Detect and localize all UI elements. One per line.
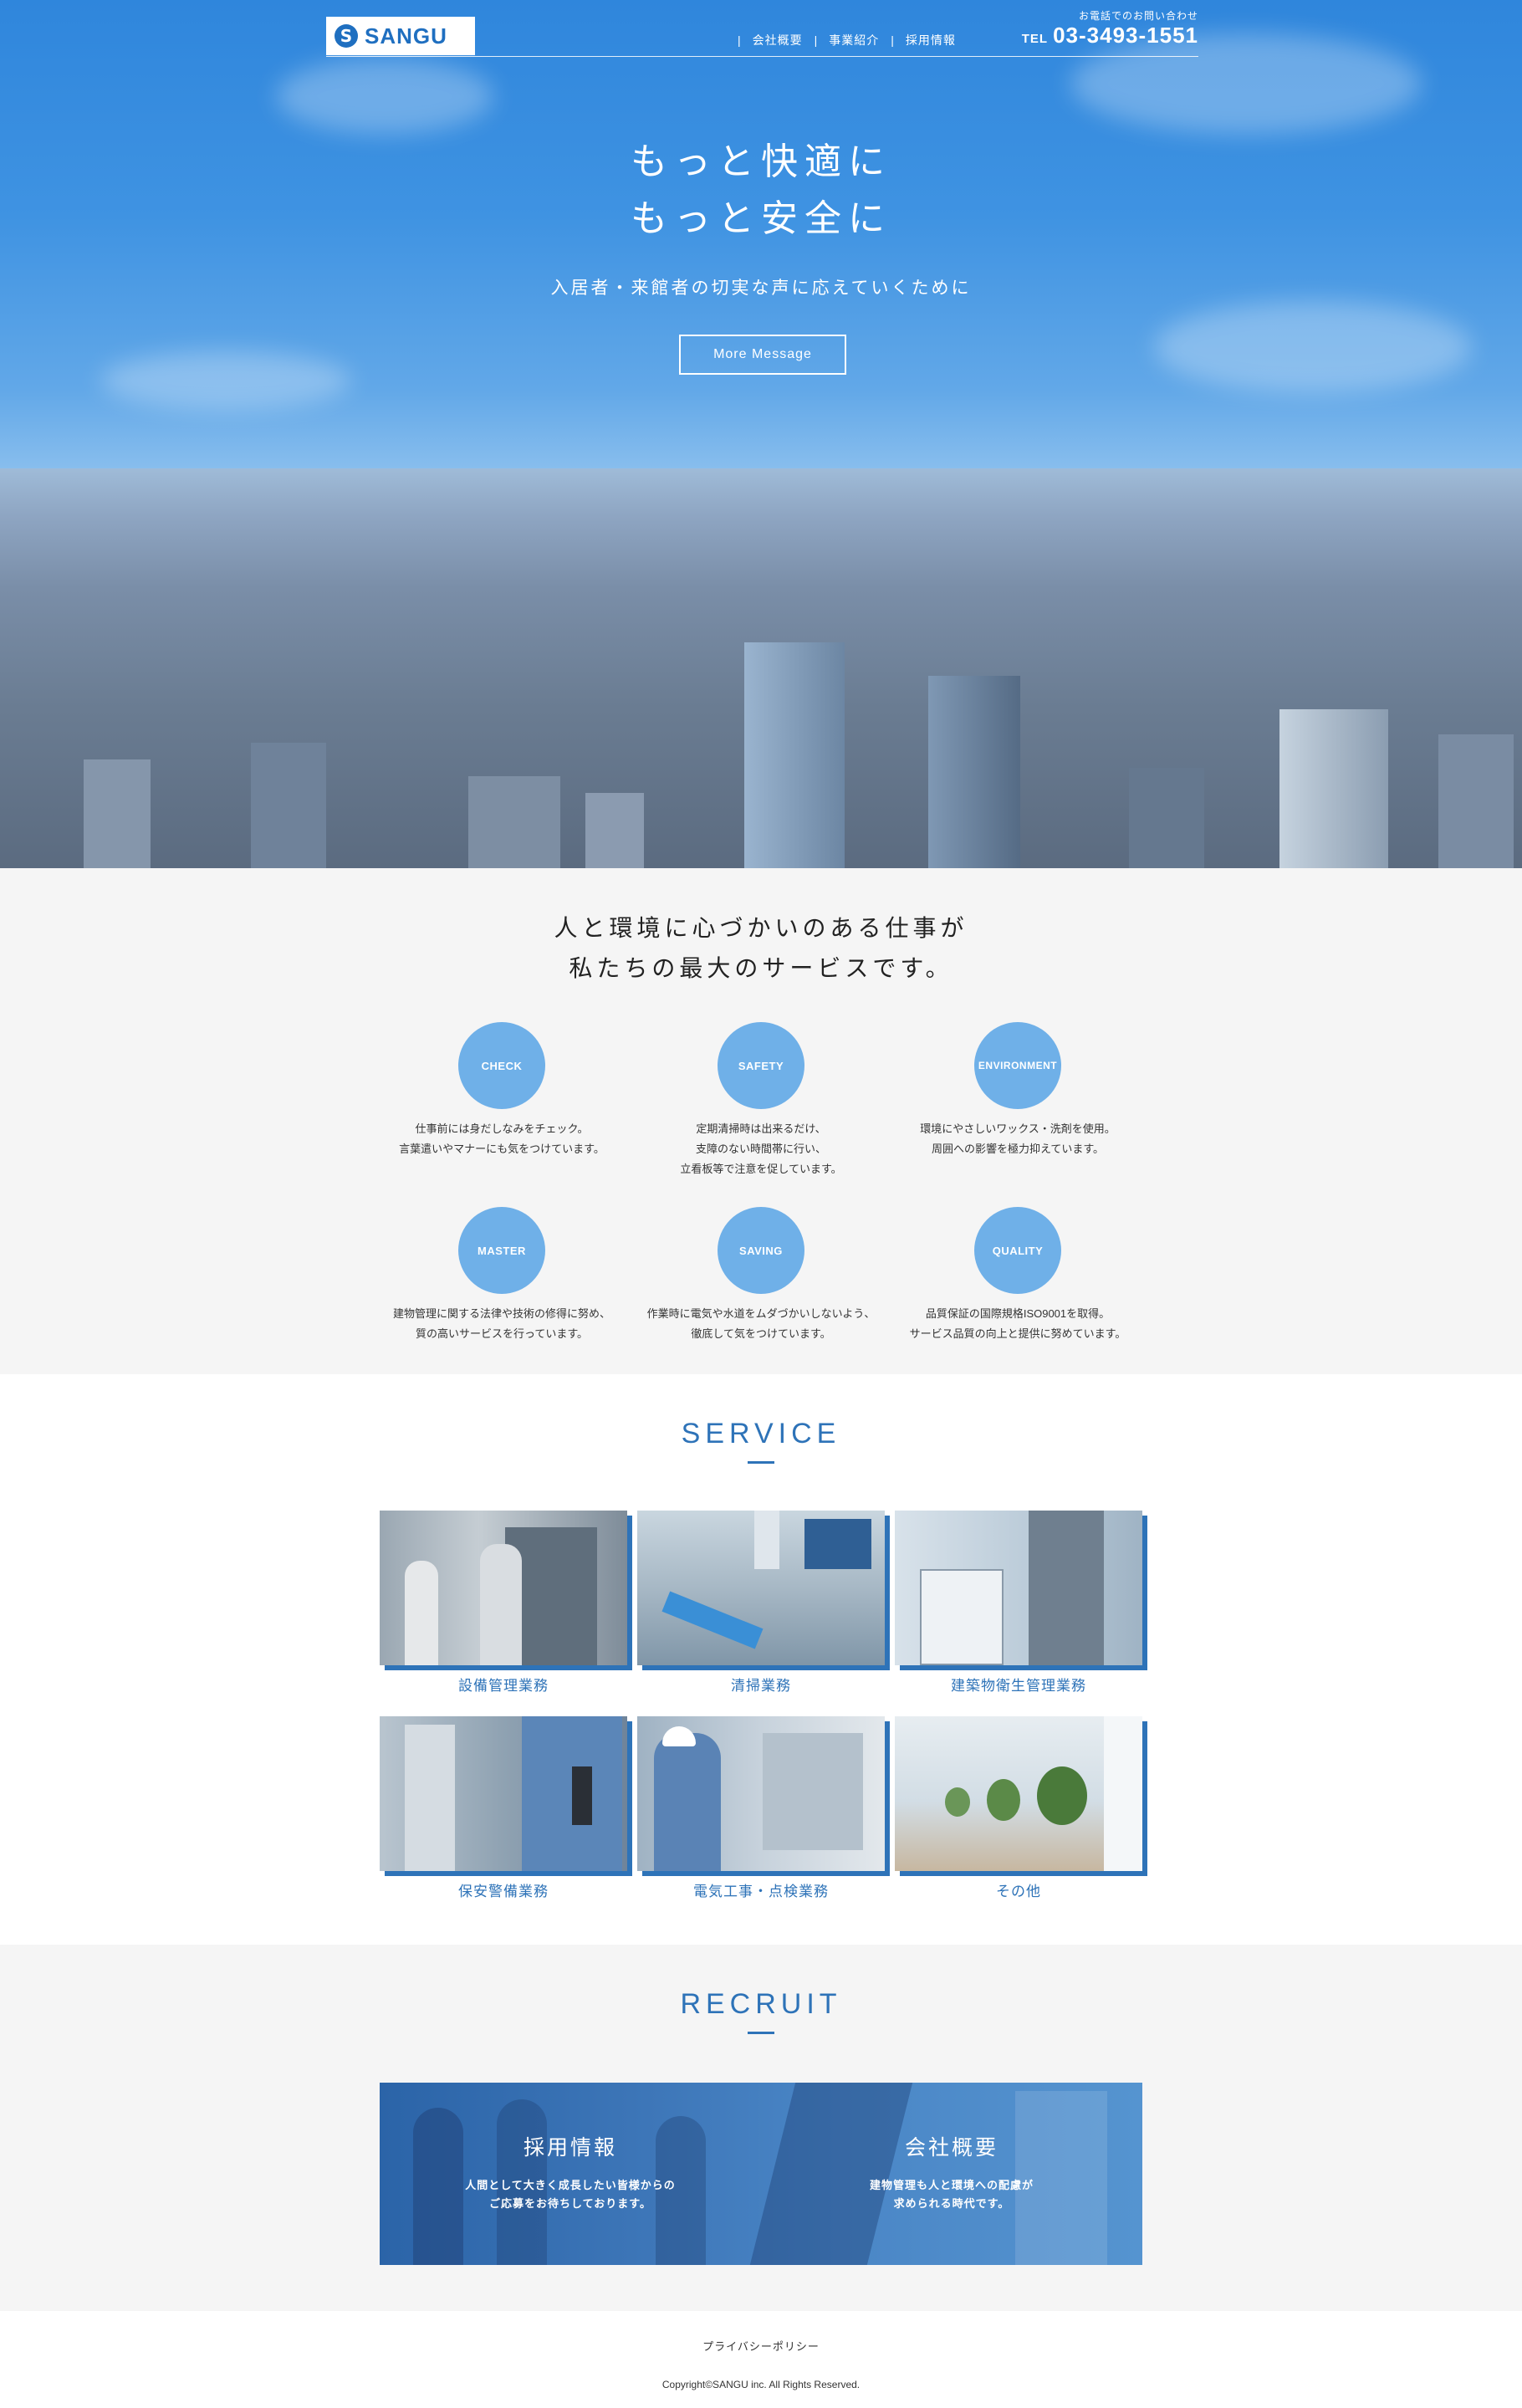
- value-text-line: 環境にやさしいワックス・洗剤を使用。: [920, 1122, 1116, 1135]
- recruit-text-line: 人間として大きく成長したい皆様からの: [465, 2179, 676, 2191]
- value-text-line: サービス品質の向上と提供に努めています。: [909, 1327, 1126, 1340]
- company-heading: 会社概要: [904, 2135, 998, 2160]
- tel-prefix: TEL: [1021, 32, 1049, 46]
- header-bar: S SANGU | 会社概要 | 事業紹介 | 採用情報 お電話でのお問い合わせ…: [326, 10, 1198, 57]
- value-circle: SAFETY: [718, 1022, 804, 1109]
- more-message-button[interactable]: More Message: [679, 335, 846, 375]
- recruit-section: RECRUIT 採用情報 人間として大きく成長したい皆様からの ご応募をお待ちし…: [0, 1945, 1522, 2311]
- hero-section: S SANGU | 会社概要 | 事業紹介 | 採用情報 お電話でのお問い合わせ…: [0, 0, 1522, 868]
- value-text-line: 建物管理に関する法律や技術の修得に努め、: [392, 1307, 610, 1320]
- values-title-line: 人と環境に心づかいのある仕事が: [554, 914, 968, 942]
- tel-link[interactable]: TEL 03-3493-1551: [1022, 23, 1198, 52]
- hero-title-line: もっと快適に: [631, 141, 891, 183]
- service-card-label: 保安警備業務: [458, 1884, 549, 1899]
- recruit-link-jobs[interactable]: 採用情報 人間として大きく成長したい皆様からの ご応募をお待ちしております。: [380, 2083, 761, 2265]
- value-text: 定期清掃時は出来るだけ、 支障のない時間帯に行い、 立看板等で注意を促しています…: [627, 1119, 895, 1179]
- service-card-security[interactable]: 保安警備業務: [380, 1716, 627, 1900]
- nav-separator: |: [891, 33, 894, 47]
- value-text-line: 仕事前には身だしなみをチェック。: [415, 1122, 589, 1135]
- cloud: [100, 351, 351, 410]
- company-text: 建物管理も人と環境への配慮が 求められる時代です。: [761, 2176, 1142, 2213]
- service-card-label: 建築物衛生管理業務: [951, 1678, 1086, 1694]
- contact-block: お電話でのお問い合わせ TEL 03-3493-1551: [1022, 8, 1198, 52]
- recruit-link-company[interactable]: 会社概要 建物管理も人と環境への配慮が 求められる時代です。: [761, 2083, 1142, 2265]
- hero-subtitle: 入居者・来館者の切実な声に応えていくために: [550, 278, 972, 298]
- service-card-label: その他: [996, 1884, 1041, 1899]
- nav-separator: |: [738, 33, 741, 47]
- service-title-underline: [748, 1461, 774, 1464]
- value-circle: SAVING: [718, 1207, 804, 1294]
- main-nav: | 会社概要 | 事業紹介 | 採用情報: [726, 32, 956, 49]
- privacy-policy-link[interactable]: プライバシーポリシー: [0, 2338, 1522, 2354]
- service-card-label: 清掃業務: [731, 1678, 791, 1694]
- service-card-cleaning[interactable]: 清掃業務: [637, 1511, 885, 1695]
- city-skyline-image: [0, 468, 1522, 868]
- recruit-text-line: ご応募をお待ちしております。: [489, 2197, 651, 2210]
- value-circle: MASTER: [458, 1207, 545, 1294]
- service-card-label: 設備管理業務: [458, 1678, 549, 1694]
- service-photo-facility: [380, 1511, 627, 1665]
- footer: プライバシーポリシー Copyright©SANGU inc. All Righ…: [0, 2311, 1522, 2408]
- hero-title-line: もっと安全に: [631, 197, 891, 240]
- company-text-line: 求められる時代です。: [893, 2197, 1010, 2210]
- service-photo-cleaning: [637, 1511, 885, 1665]
- recruit-banner: 採用情報 人間として大きく成長したい皆様からの ご応募をお待ちしております。 会…: [380, 2083, 1142, 2265]
- value-text-line: 作業時に電気や水道をムダづかいしないよう、: [646, 1307, 876, 1320]
- cloud: [276, 59, 493, 134]
- tel-number: 03-3493-1551: [1053, 23, 1198, 48]
- value-circle: QUALITY: [974, 1207, 1061, 1294]
- value-text-line: 質の高いサービスを行っています。: [415, 1327, 589, 1340]
- copyright: Copyright©SANGU inc. All Rights Reserved…: [661, 2379, 861, 2390]
- value-text: 品質保証の国際規格ISO9001を取得。 サービス品質の向上と提供に努めています…: [884, 1304, 1152, 1344]
- value-text-line: 立看板等で注意を促しています。: [680, 1163, 842, 1175]
- company-text-line: 建物管理も人と環境への配慮が: [869, 2179, 1034, 2191]
- nav-item-business[interactable]: 事業紹介: [829, 32, 879, 49]
- value-text-line: 言葉遣いやマナーにも気をつけています。: [399, 1143, 605, 1155]
- recruit-heading: 採用情報: [523, 2135, 617, 2160]
- recruit-title-underline: [748, 2032, 774, 2034]
- value-item-quality: QUALITY 品質保証の国際規格ISO9001を取得。 サービス品質の向上と提…: [884, 1207, 1152, 1344]
- contact-label: お電話でのお問い合わせ: [1078, 10, 1198, 22]
- value-text-line: 徹底して気をつけています。: [691, 1327, 831, 1340]
- values-section: 人と環境に心づかいのある仕事が 私たちの最大のサービスです。 CHECK 仕事前…: [0, 868, 1522, 1374]
- value-text-line: 支障のない時間帯に行い、: [695, 1143, 826, 1155]
- service-photo-hygiene: [895, 1511, 1142, 1665]
- values-title: 人と環境に心づかいのある仕事が 私たちの最大のサービスです。: [0, 908, 1522, 989]
- value-item-saving: SAVING 作業時に電気や水道をムダづかいしないよう、 徹底して気をつけていま…: [627, 1207, 895, 1344]
- service-photo-electrical: [637, 1716, 885, 1871]
- recruit-text: 人間として大きく成長したい皆様からの ご応募をお待ちしております。: [380, 2176, 761, 2213]
- service-card-label: 電気工事・点検業務: [693, 1884, 829, 1899]
- service-card-hygiene[interactable]: 建築物衛生管理業務: [895, 1511, 1142, 1695]
- service-photo-security: [380, 1716, 627, 1871]
- value-item-environment: ENVIRONMENT 環境にやさしいワックス・洗剤を使用。 周囲への影響を極力…: [884, 1022, 1152, 1159]
- value-item-check: CHECK 仕事前には身だしなみをチェック。 言葉遣いやマナーにも気をつけていま…: [368, 1022, 636, 1159]
- value-text: 環境にやさしいワックス・洗剤を使用。 周囲への影響を極力抑えています。: [884, 1119, 1152, 1159]
- value-item-safety: SAFETY 定期清掃時は出来るだけ、 支障のない時間帯に行い、 立看板等で注意…: [627, 1022, 895, 1179]
- value-text: 仕事前には身だしなみをチェック。 言葉遣いやマナーにも気をつけています。: [368, 1119, 636, 1159]
- logo[interactable]: S SANGU: [326, 17, 475, 55]
- service-card-other[interactable]: その他: [895, 1716, 1142, 1900]
- value-circle: ENVIRONMENT: [974, 1022, 1061, 1109]
- service-card-facility[interactable]: 設備管理業務: [380, 1511, 627, 1695]
- logo-text: SANGU: [365, 23, 447, 49]
- service-card-electrical[interactable]: 電気工事・点検業務: [637, 1716, 885, 1900]
- value-text-line: 定期清掃時は出来るだけ、: [696, 1122, 826, 1135]
- service-section: SERVICE 設備管理業務 清掃業務 建築物衛生管理業務 保安警備業務 電気工…: [0, 1374, 1522, 1945]
- values-title-line: 私たちの最大のサービスです。: [569, 954, 953, 982]
- value-text-line: 品質保証の国際規格ISO9001を取得。: [925, 1307, 1111, 1320]
- service-title: SERVICE: [681, 1418, 841, 1449]
- recruit-title: RECRUIT: [680, 1988, 842, 2020]
- value-text-line: 周囲への影響を極力抑えています。: [931, 1143, 1105, 1155]
- value-text: 作業時に電気や水道をムダづかいしないよう、 徹底して気をつけています。: [627, 1304, 895, 1344]
- value-text: 建物管理に関する法律や技術の修得に努め、 質の高いサービスを行っています。: [368, 1304, 636, 1344]
- nav-separator: |: [814, 33, 818, 47]
- value-circle: CHECK: [458, 1022, 545, 1109]
- logo-mark-icon: S: [335, 24, 358, 48]
- value-item-master: MASTER 建物管理に関する法律や技術の修得に努め、 質の高いサービスを行って…: [368, 1207, 636, 1344]
- hero-title: もっと快適に もっと安全に: [0, 134, 1522, 248]
- nav-item-company[interactable]: 会社概要: [753, 32, 803, 49]
- cloud: [1154, 301, 1472, 393]
- nav-item-recruit[interactable]: 採用情報: [906, 32, 956, 49]
- service-photo-other: [895, 1716, 1142, 1871]
